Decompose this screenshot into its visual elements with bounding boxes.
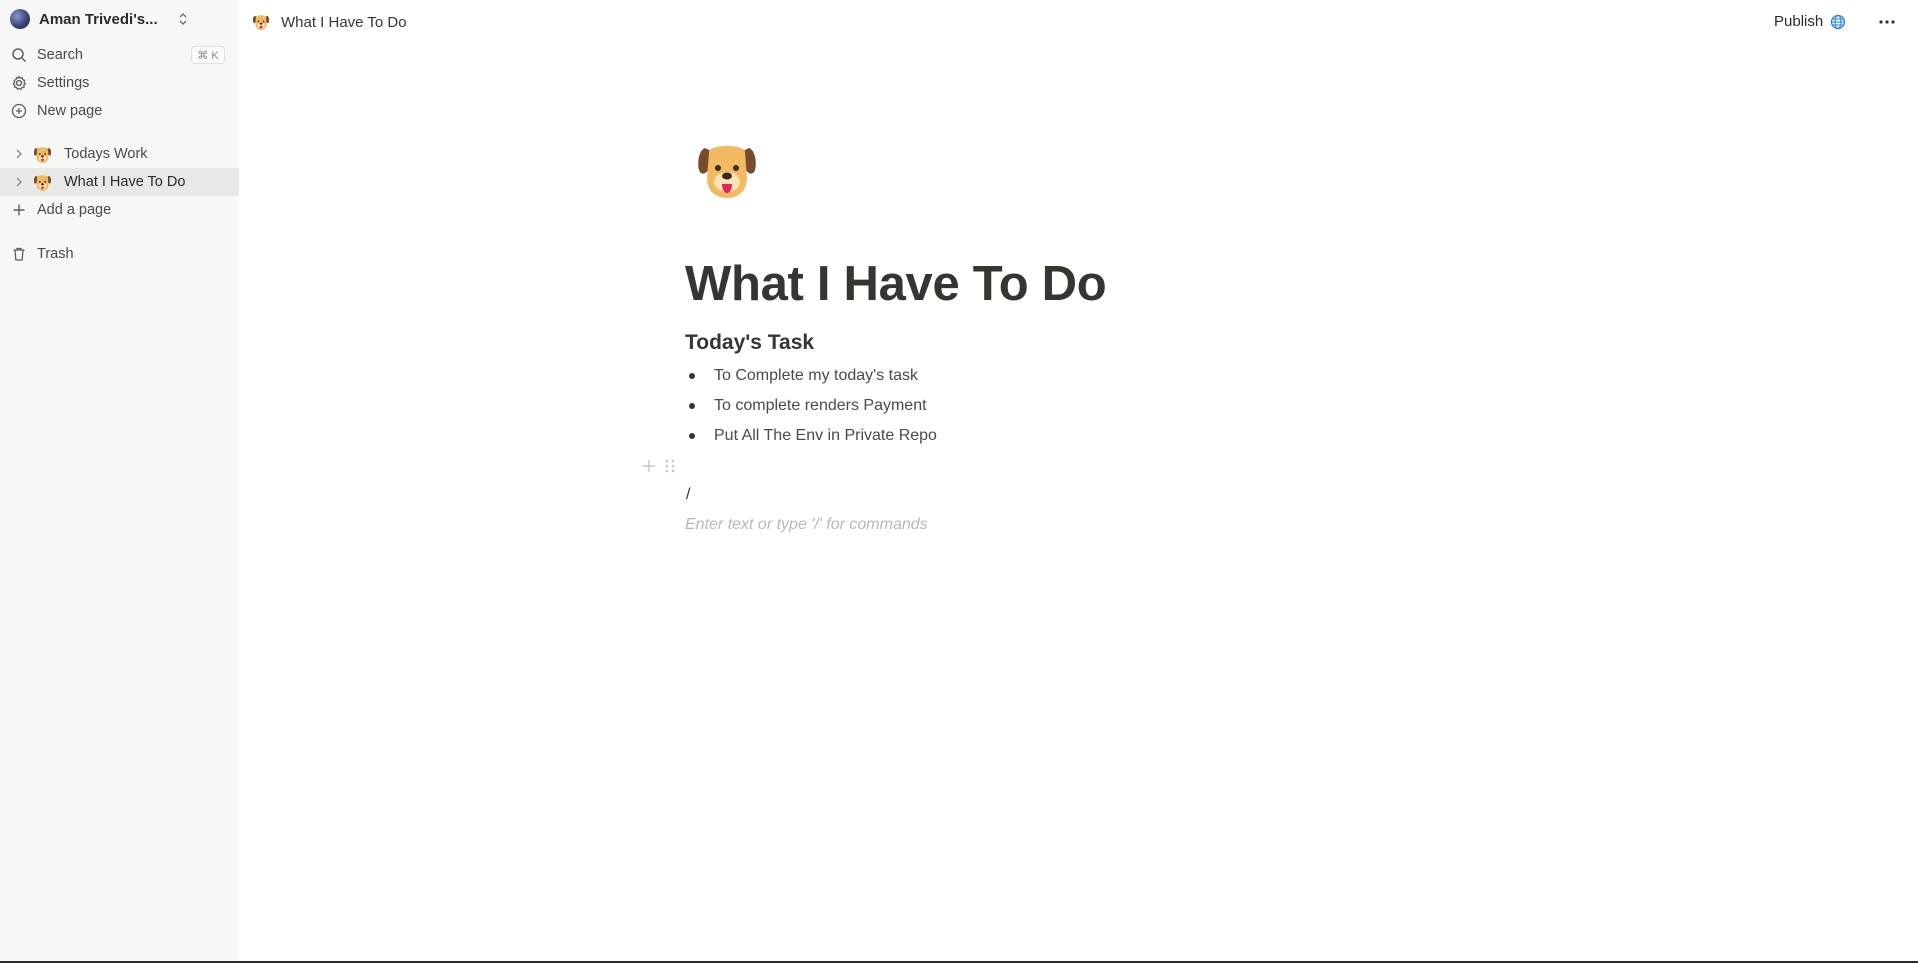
add-page-label: Add a page [37,202,112,218]
trash-icon [13,247,25,261]
heading-todays-task[interactable]: Today's Task [685,331,814,355]
sidebar-add-page[interactable]: Add a page [0,196,239,224]
editor-block-text[interactable]: / [686,486,690,504]
sidebar: Aman Trivedi's... Search ⌘ K Settings Ne… [0,0,239,963]
bullet-dot [689,403,695,409]
publish-label: Publish [1774,13,1824,30]
page-title[interactable]: What I Have To Do [685,256,1107,312]
drag-handle-icon[interactable] [664,458,676,474]
breadcrumb-page-title[interactable]: What I Have To Do [281,14,407,31]
list-item[interactable]: To complete renders Payment [685,394,1285,418]
editor-placeholder[interactable]: Enter text or type '/' for commands [685,516,928,534]
dog-emoji-icon [33,173,52,192]
plus-icon [13,204,25,216]
list-item[interactable]: To Complete my today's task [685,364,1285,388]
publish-button[interactable]: Publish [1774,13,1846,30]
sidebar-item-label: Todays Work [64,146,148,162]
sidebar-item-todays-work[interactable]: Todays Work [0,140,239,168]
chevron-right-icon[interactable] [13,148,25,160]
sidebar-item-what-i-have-to-do[interactable]: What I Have To Do [0,168,239,196]
chevron-right-icon[interactable] [13,176,25,188]
bullet-dot [689,433,695,439]
list-item-text: To Complete my today's task [714,367,919,384]
workspace-name: Aman Trivedi's... [39,10,158,28]
list-item[interactable]: Put All The Env in Private Repo [685,424,1285,448]
new-page-label: New page [37,103,103,119]
bullet-dot [689,373,695,379]
sidebar-new-page[interactable]: New page [0,97,239,125]
add-block-icon[interactable] [640,457,658,475]
search-shortcut-badge: ⌘ K [191,46,225,64]
search-icon [12,48,27,63]
chevron-up-down-icon [179,13,187,25]
workspace-avatar [10,9,30,29]
dog-emoji-icon[interactable] [695,138,759,202]
gear-icon [12,75,27,90]
sidebar-settings[interactable]: Settings [0,69,239,97]
dog-emoji-icon [252,13,270,31]
sidebar-item-label: What I Have To Do [64,174,186,190]
block-controls [640,457,678,475]
plus-circle-icon [11,103,27,119]
settings-label: Settings [37,75,90,91]
workspace-switcher[interactable]: Aman Trivedi's... [10,8,190,30]
globe-icon [1831,14,1846,29]
dog-emoji-icon [33,145,52,164]
list-item-text: Put All The Env in Private Repo [714,427,937,444]
sidebar-trash[interactable]: Trash [0,240,239,268]
list-item-text: To complete renders Payment [714,397,927,414]
trash-label: Trash [37,246,74,262]
more-horizontal-icon[interactable] [1876,12,1898,32]
sidebar-search[interactable]: Search ⌘ K [0,41,239,69]
search-label: Search [37,47,83,63]
